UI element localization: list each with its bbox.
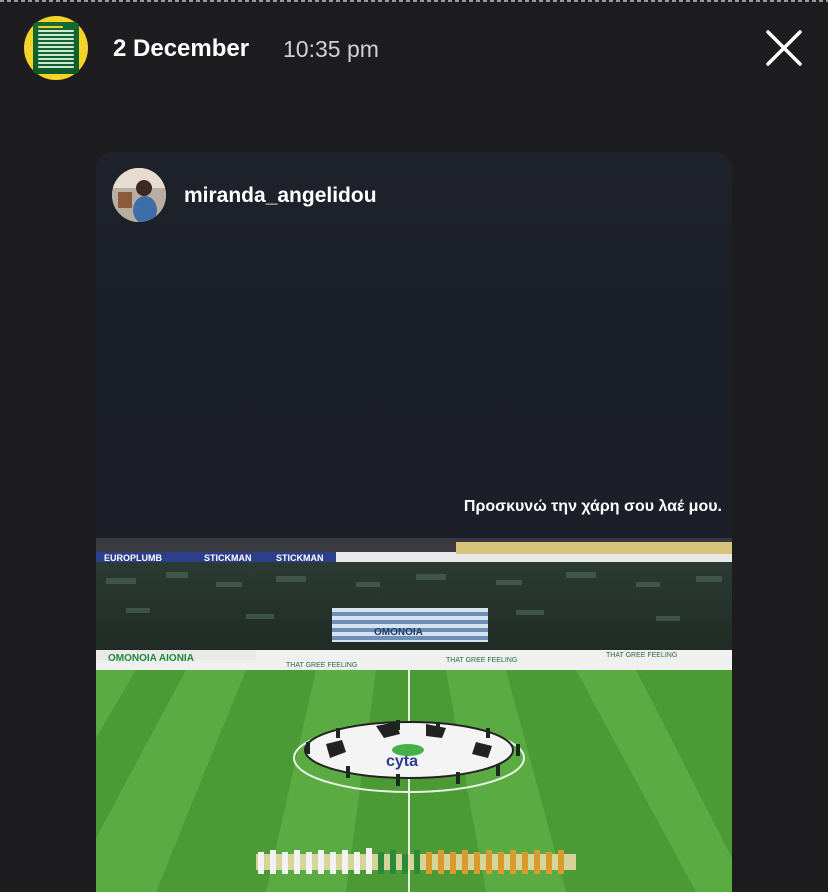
ad-board-text-1: THAT GREE FEELING xyxy=(286,662,357,669)
person-photo-icon xyxy=(112,168,166,222)
story-time: 10:35 pm xyxy=(283,36,379,62)
cyta-logo-text: cyta xyxy=(386,753,418,770)
team-board-icon xyxy=(33,22,79,74)
shared-post-card[interactable]: miranda_angelidou Προσκυνώ την χάρη σου … xyxy=(96,152,732,892)
story-date: 2 December xyxy=(113,35,250,62)
post-dark-area xyxy=(96,152,732,538)
story-header: 2 December 10:35 pm xyxy=(24,16,808,82)
story-progress-bar xyxy=(0,0,828,2)
flag-text: OMONOIA xyxy=(374,627,423,638)
account-avatar[interactable] xyxy=(24,16,88,80)
ad-board-text-3: THAT GREE FEELING xyxy=(606,652,677,659)
stadium-photo: EUROPLUMB STICKMAN STICKMAN OMONOIA OMON… xyxy=(96,538,732,892)
banner-europlumb: EUROPLUMB xyxy=(104,553,162,563)
banner-stickman-2: STICKMAN xyxy=(276,553,324,563)
post-caption: Προσκυνώ την χάρη σου λαέ μου. xyxy=(463,498,722,515)
ad-board-omonoia: OMONOIA AIONIA xyxy=(108,653,194,664)
close-icon[interactable] xyxy=(764,28,804,68)
post-username[interactable]: miranda_angelidou xyxy=(184,184,377,208)
user-avatar[interactable] xyxy=(112,168,166,222)
banner-stickman-1: STICKMAN xyxy=(204,553,252,563)
ad-board-text-2: THAT GREE FEELING xyxy=(446,657,517,664)
